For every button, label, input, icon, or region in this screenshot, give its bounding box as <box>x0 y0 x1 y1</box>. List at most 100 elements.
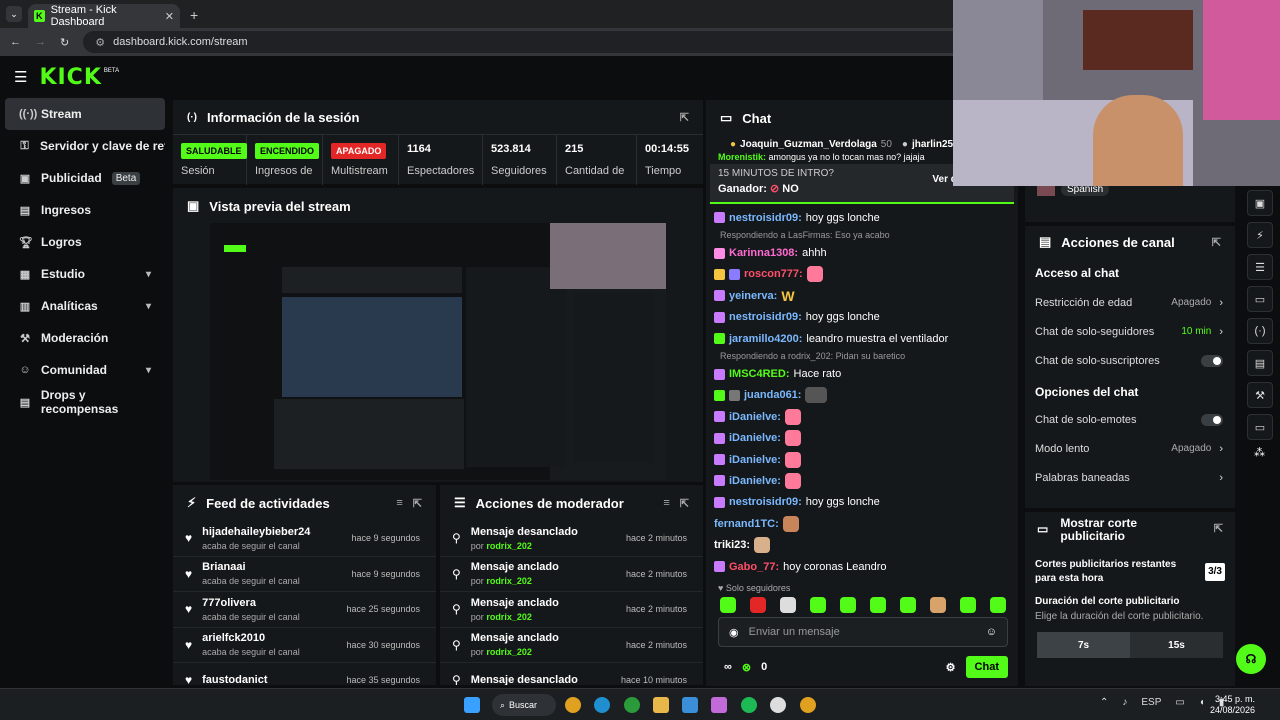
chat-username[interactable]: nestroisidr09: <box>729 496 802 508</box>
network-icon[interactable]: ▭ <box>1175 697 1184 708</box>
edge-icon[interactable] <box>594 697 610 713</box>
sidebar-item-ingresos[interactable]: ▤ Ingresos <box>5 194 165 226</box>
chat-username[interactable]: roscon777: <box>744 268 803 280</box>
mod-user[interactable]: rodrix_202 <box>486 576 532 586</box>
chat-username[interactable]: nestroisidr09: <box>729 212 802 224</box>
chat-icon[interactable]: ▭ <box>1247 286 1273 312</box>
chat-username[interactable]: IMSC4RED: <box>729 368 790 380</box>
start-icon[interactable] <box>464 697 480 713</box>
feed-user[interactable]: faustodanict <box>202 674 267 685</box>
emoji-icon[interactable]: ☺ <box>986 626 997 638</box>
broadcast-icon[interactable]: (·) <box>1247 318 1273 344</box>
gifter-name[interactable]: jharlin25 <box>912 139 953 150</box>
new-tab-icon[interactable]: + <box>190 7 198 23</box>
followers-only-row[interactable]: Chat de solo-seguidores 10 min › <box>1025 317 1235 346</box>
chat-input[interactable]: ◉ Enviar un mensaje ☺ <box>718 617 1008 647</box>
emote-icon[interactable] <box>930 597 946 613</box>
ad-duration-15s[interactable]: 15s <box>1130 632 1223 658</box>
emote-icon[interactable] <box>870 597 886 613</box>
sidebar-item-publicidad[interactable]: ▣ Publicidad Beta <box>5 162 165 194</box>
chat-username[interactable]: iDanielve: <box>729 475 781 487</box>
ad-duration-7s[interactable]: 7s <box>1037 632 1130 658</box>
sidebar-item-moderacion[interactable]: ⚒ Moderación <box>5 322 165 354</box>
chat-username[interactable]: triki23: <box>714 539 750 551</box>
site-info-icon[interactable]: ⚙ <box>95 36 105 49</box>
feed-user[interactable]: hijadehaileybieber24 <box>202 526 310 538</box>
emote-icon[interactable] <box>750 597 766 613</box>
sidebar-item-drops[interactable]: ▤ Drops y recompensas <box>5 386 165 418</box>
chat-username[interactable]: Gabo_77: <box>729 561 779 573</box>
channel-settings-icon[interactable]: ▤ <box>1247 350 1273 376</box>
popout-icon[interactable]: ⇱ <box>413 497 422 510</box>
sidebar-item-estudio[interactable]: ▦ Estudio ▾ <box>5 258 165 290</box>
send-chat-button[interactable]: Chat <box>965 656 1008 678</box>
copilot-icon[interactable] <box>711 697 727 713</box>
subscribers-only-toggle[interactable] <box>1201 354 1223 367</box>
photos-icon[interactable] <box>682 697 698 713</box>
emote-icon[interactable] <box>810 597 826 613</box>
emote-icon[interactable] <box>720 597 736 613</box>
chrome-active-icon[interactable] <box>800 697 816 713</box>
folder-icon[interactable] <box>653 697 669 713</box>
back-icon[interactable]: ← <box>10 36 21 48</box>
spotify-icon[interactable] <box>741 697 757 713</box>
popout-icon[interactable]: ⇱ <box>1214 522 1223 535</box>
popout-icon[interactable]: ⇱ <box>680 497 689 510</box>
kick-logo[interactable]: KICK <box>39 65 101 90</box>
feed-user[interactable]: arielfck2010 <box>202 632 300 644</box>
chat-username[interactable]: juanda061: <box>744 389 801 401</box>
chat-username[interactable]: yeinerva: <box>729 290 777 302</box>
wrench-icon[interactable]: ⚒ <box>1247 382 1273 408</box>
chat-username[interactable]: fernand1TC: <box>714 518 779 530</box>
sidebar-item-comunidad[interactable]: ☺ Comunidad ▾ <box>5 354 165 386</box>
taskbar-search[interactable]: ⌕ Buscar <box>492 694 556 716</box>
mod-user[interactable]: rodrix_202 <box>486 612 532 622</box>
filter-icon[interactable]: ≡ <box>663 497 669 509</box>
emote-icon[interactable] <box>840 597 856 613</box>
emote-icon[interactable] <box>960 597 976 613</box>
emote-icon[interactable] <box>900 597 916 613</box>
mod-user[interactable]: rodrix_202 <box>486 541 532 551</box>
reload-icon[interactable]: ↻ <box>60 36 69 49</box>
popout-icon[interactable]: ⇱ <box>1212 236 1221 249</box>
menu-icon[interactable]: ☰ <box>14 68 27 86</box>
xbox-icon[interactable] <box>624 697 640 713</box>
preview-icon[interactable]: ▣ <box>1247 190 1273 216</box>
stream-preview-video[interactable] <box>210 223 666 480</box>
tab-list-button[interactable]: ⌄ <box>6 6 22 22</box>
feed-user[interactable]: 777olivera <box>202 597 300 609</box>
clock[interactable]: 3:45 p. m. 24/08/2026 <box>1210 694 1255 716</box>
url-field[interactable]: ⚙ dashboard.kick.com/stream <box>83 31 964 53</box>
feed-user[interactable]: Brianaai <box>202 561 300 573</box>
community-icon[interactable]: ∞ <box>724 661 732 673</box>
volume-icon[interactable]: ◖ <box>1199 697 1205 708</box>
sidebar-item-analiticas[interactable]: ▥ Analíticas ▾ <box>5 290 165 322</box>
list-icon[interactable]: ☰ <box>1247 254 1273 280</box>
sidebar-item-server-key[interactable]: ⚿ Servidor y clave de retransmisión <box>5 130 165 162</box>
mic-icon[interactable]: ♪ <box>1122 697 1127 708</box>
chat-username[interactable]: Karinna1308: <box>729 247 798 259</box>
banned-words-row[interactable]: Palabras baneadas › <box>1025 463 1235 492</box>
support-button[interactable]: ☊ <box>1236 644 1266 674</box>
ad-icon[interactable]: ▭ <box>1247 414 1273 440</box>
bolt-icon[interactable]: ⚡︎ <box>1247 222 1273 248</box>
popout-icon[interactable]: ⇱ <box>680 111 689 124</box>
chat-username[interactable]: jaramillo4200: <box>729 333 802 345</box>
chat-username[interactable]: iDanielve: <box>729 454 781 466</box>
gifter-name[interactable]: Joaquin_Guzman_Verdolaga <box>740 139 877 150</box>
close-tab-icon[interactable]: ✕ <box>165 10 174 23</box>
chat-username[interactable]: nestroisidr09: <box>729 311 802 323</box>
sidebar-item-logros[interactable]: 🏆︎ Logros <box>5 226 165 258</box>
pinned-user[interactable]: Morenistik: <box>718 152 766 162</box>
browser-tab[interactable]: K Stream - Kick Dashboard ✕ <box>28 4 180 28</box>
filter-icon[interactable]: ≡ <box>396 497 402 509</box>
chat-username[interactable]: iDanielve: <box>729 411 781 423</box>
sidebar-item-stream[interactable]: ((·)) Stream <box>5 98 165 130</box>
forward-icon[interactable]: → <box>35 36 46 48</box>
chevron-up-icon[interactable]: ⌃ <box>1100 697 1108 708</box>
chat-username[interactable]: iDanielve: <box>729 432 781 444</box>
settings-icon[interactable]: ⚙ <box>946 661 956 674</box>
community-icon[interactable]: ⁂ <box>1254 446 1280 459</box>
language-indicator[interactable]: ESP <box>1141 697 1161 708</box>
emote-icon[interactable] <box>780 597 796 613</box>
